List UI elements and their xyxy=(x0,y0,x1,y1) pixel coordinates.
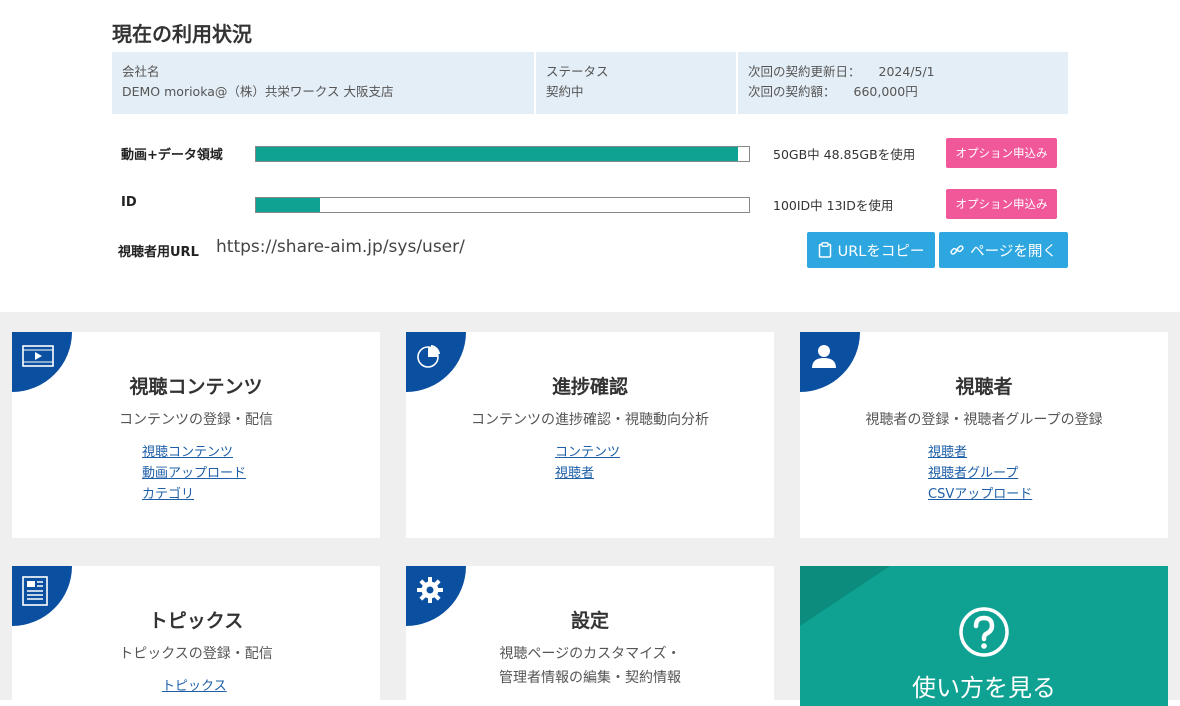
card-topics: トピックス トピックスの登録・配信 トピックス xyxy=(12,566,380,706)
card-viewers-title: 視聴者 xyxy=(955,376,1013,398)
id-progress-fill xyxy=(256,198,321,212)
card-topics-title: トピックス xyxy=(148,610,244,632)
link-view-contents[interactable]: 視聴コンテンツ xyxy=(142,442,246,463)
card-settings-desc: 視聴ページのカスタマイズ・ 管理者情報の編集・契約情報 xyxy=(406,642,774,690)
question-icon xyxy=(959,607,1009,657)
link-topics[interactable]: トピックス xyxy=(162,676,227,697)
renewal-value: 2024/5/1 xyxy=(878,64,935,79)
amount-value: 660,000円 xyxy=(853,84,918,99)
card-contents-title: 視聴コンテンツ xyxy=(129,376,263,398)
storage-progress-fill xyxy=(256,147,738,161)
gear-icon xyxy=(417,577,443,603)
card-viewers: 視聴者 視聴者の登録・視聴者グループの登録 視聴者 視聴者グループ CSVアップ… xyxy=(800,332,1168,538)
card-settings-title: 設定 xyxy=(570,610,609,632)
pie-chart-icon xyxy=(417,345,440,368)
status-value: 契約中 xyxy=(546,84,584,99)
card-progress-title: 進捗確認 xyxy=(551,376,628,398)
company-label: 会社名 xyxy=(122,64,160,79)
card-contents-links: 視聴コンテンツ 動画アップロード カテゴリ xyxy=(142,442,246,505)
clipboard-icon xyxy=(818,242,831,258)
amount-label: 次回の契約額： xyxy=(748,84,836,99)
news-icon xyxy=(22,576,48,606)
card-topics-links: トピックス xyxy=(162,676,227,697)
help-title: 使い方を見る xyxy=(912,674,1056,702)
viewer-url-label: 視聴者用URL xyxy=(118,245,199,260)
link-category[interactable]: カテゴリ xyxy=(142,484,246,505)
link-viewer-groups[interactable]: 視聴者グループ xyxy=(928,463,1032,484)
help-card-corner xyxy=(800,566,890,626)
card-settings-desc-line1: 視聴ページのカスタマイズ・ xyxy=(499,646,681,662)
usage-status-section: 現在の利用状況 会社名 DEMO morioka@（株）共栄ワークス 大阪支店 … xyxy=(0,0,1180,312)
link-icon xyxy=(950,245,964,255)
card-viewers-links: 視聴者 視聴者グループ CSVアップロード xyxy=(928,442,1032,505)
open-page-label: ページを開く xyxy=(970,243,1057,260)
card-contents: 視聴コンテンツ コンテンツの登録・配信 視聴コンテンツ 動画アップロード カテゴ… xyxy=(12,332,380,538)
user-icon xyxy=(812,345,836,368)
copy-url-label: URLをコピー xyxy=(837,243,925,260)
link-viewers[interactable]: 視聴者 xyxy=(928,442,1032,463)
link-progress-viewers[interactable]: 視聴者 xyxy=(555,463,620,484)
card-settings-desc-line2: 管理者情報の編集・契約情報 xyxy=(499,670,681,686)
card-topics-desc: トピックスの登録・配信 xyxy=(119,646,273,662)
id-usage-row: ID 100ID中 13IDを使用 オプション申込み xyxy=(112,189,1068,219)
storage-usage-row: 動画+データ領域 50GB中 48.85GBを使用 オプション申込み xyxy=(112,138,1068,168)
page-title: 現在の利用状況 xyxy=(112,22,252,46)
storage-option-button[interactable]: オプション申込み xyxy=(946,138,1057,168)
link-progress-contents[interactable]: コンテンツ xyxy=(555,442,620,463)
link-csv-upload[interactable]: CSVアップロード xyxy=(928,484,1032,505)
storage-progress-bar xyxy=(255,146,750,162)
company-cell: 会社名 DEMO morioka@（株）共栄ワークス 大阪支店 xyxy=(112,52,536,114)
status-label: ステータス xyxy=(546,64,609,79)
storage-label: 動画+データ領域 xyxy=(121,148,223,163)
card-contents-desc: コンテンツの登録・配信 xyxy=(119,412,273,428)
card-viewers-desc: 視聴者の登録・視聴者グループの登録 xyxy=(865,412,1103,428)
contract-info-bar: 会社名 DEMO morioka@（株）共栄ワークス 大阪支店 ステータス 契約… xyxy=(112,52,1068,114)
card-progress: 進捗確認 コンテンツの進捗確認・視聴動向分析 コンテンツ 視聴者 xyxy=(406,332,774,538)
menu-grid: 視聴コンテンツ コンテンツの登録・配信 視聴コンテンツ 動画アップロード カテゴ… xyxy=(0,312,1180,706)
open-page-button[interactable]: ページを開く xyxy=(939,232,1068,268)
video-icon xyxy=(22,345,54,367)
copy-url-button[interactable]: URLをコピー xyxy=(807,232,935,268)
viewer-url-value[interactable]: https://share-aim.jp/sys/user/ xyxy=(216,237,465,257)
card-settings: 設定 視聴ページのカスタマイズ・ 管理者情報の編集・契約情報 xyxy=(406,566,774,706)
renewal-label: 次回の契約更新日： xyxy=(748,64,861,79)
storage-usage-text: 50GB中 48.85GBを使用 xyxy=(773,147,916,162)
card-progress-links: コンテンツ 視聴者 xyxy=(555,442,620,484)
id-label: ID xyxy=(121,195,137,210)
renewal-cell: 次回の契約更新日： 2024/5/1 次回の契約額： 660,000円 xyxy=(738,52,1068,114)
id-usage-text: 100ID中 13IDを使用 xyxy=(773,198,894,213)
card-progress-desc: コンテンツの進捗確認・視聴動向分析 xyxy=(471,412,709,428)
help-card[interactable]: 使い方を見る xyxy=(800,566,1168,706)
link-video-upload[interactable]: 動画アップロード xyxy=(142,463,246,484)
id-option-button[interactable]: オプション申込み xyxy=(946,189,1057,219)
company-value: DEMO morioka@（株）共栄ワークス 大阪支店 xyxy=(122,84,394,99)
id-progress-bar xyxy=(255,197,750,213)
status-cell: ステータス 契約中 xyxy=(536,52,738,114)
